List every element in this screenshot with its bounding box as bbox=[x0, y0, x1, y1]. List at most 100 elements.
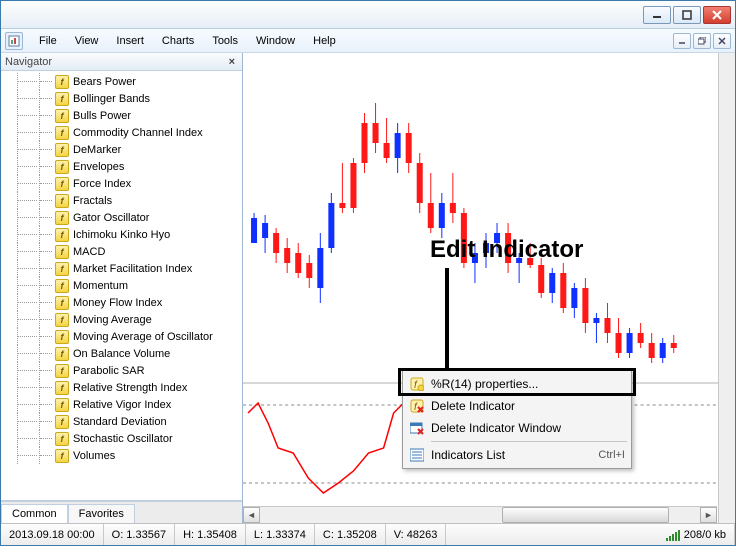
fx-icon: f bbox=[55, 109, 69, 123]
indicator-label: Ichimoku Kinko Hyo bbox=[73, 229, 170, 241]
status-open: O: 1.33567 bbox=[104, 524, 175, 545]
indicator-item[interactable]: fForce Index bbox=[1, 175, 242, 192]
navigator-panel: Navigator × fBears PowerfBollinger Bands… bbox=[1, 53, 243, 523]
indicator-item[interactable]: fMoving Average bbox=[1, 311, 242, 328]
signal-icon bbox=[666, 529, 680, 541]
indicator-item[interactable]: fMomentum bbox=[1, 277, 242, 294]
status-datetime: 2013.09.18 00:00 bbox=[1, 524, 104, 545]
fx-icon: f bbox=[55, 262, 69, 276]
ctx-properties-label: %R(14) properties... bbox=[431, 377, 538, 391]
indicator-label: Relative Strength Index bbox=[73, 382, 187, 394]
statusbar: 2013.09.18 00:00 O: 1.33567 H: 1.35408 L… bbox=[1, 523, 735, 545]
maximize-button[interactable] bbox=[673, 6, 701, 24]
close-button[interactable] bbox=[703, 6, 731, 24]
indicator-label: Bears Power bbox=[73, 76, 136, 88]
indicator-item[interactable]: f Money Flow Index bbox=[1, 294, 242, 311]
indicator-label: Gator Oscillator bbox=[73, 212, 149, 224]
indicator-item[interactable]: fBollinger Bands bbox=[1, 90, 242, 107]
status-volume: V: 48263 bbox=[386, 524, 447, 545]
menu-file[interactable]: File bbox=[31, 33, 65, 49]
indicator-item[interactable]: f Stochastic Oscillator bbox=[1, 430, 242, 447]
ctx-delete-indicator[interactable]: f Delete Indicator bbox=[405, 395, 629, 417]
minimize-button[interactable] bbox=[643, 6, 671, 24]
indicator-item[interactable]: fOn Balance Volume bbox=[1, 345, 242, 362]
indicator-label: Money Flow Index bbox=[73, 297, 162, 309]
fx-icon: f bbox=[55, 211, 69, 225]
fx-icon: f bbox=[55, 194, 69, 208]
mdi-controls bbox=[673, 33, 731, 49]
menu-window[interactable]: Window bbox=[248, 33, 303, 49]
status-close: C: 1.35208 bbox=[315, 524, 386, 545]
indicator-label: Moving Average of Oscillator bbox=[73, 331, 213, 343]
menu-tools[interactable]: Tools bbox=[204, 33, 246, 49]
indicator-label: Envelopes bbox=[73, 161, 124, 173]
fx-icon: f bbox=[55, 432, 69, 446]
indicator-label: DeMarker bbox=[73, 144, 121, 156]
indicator-item[interactable]: fDeMarker bbox=[1, 141, 242, 158]
annotation-label: Edit Indicator bbox=[430, 236, 583, 264]
mdi-minimize-button[interactable] bbox=[673, 33, 691, 49]
indicator-item[interactable]: f Fractals bbox=[1, 192, 242, 209]
indicator-item[interactable]: f Bears Power bbox=[1, 73, 242, 90]
indicator-label: Market Facilitation Index bbox=[73, 263, 192, 275]
menu-charts[interactable]: Charts bbox=[154, 33, 202, 49]
indicator-item[interactable]: fRelative Strength Index bbox=[1, 379, 242, 396]
indicator-item[interactable]: f Relative Vigor Index bbox=[1, 396, 242, 413]
scroll-track[interactable] bbox=[260, 507, 700, 523]
mdi-restore-button[interactable] bbox=[693, 33, 711, 49]
menubar: File View Insert Charts Tools Window Hel… bbox=[1, 29, 735, 53]
indicator-item[interactable]: fMoving Average of Oscillator bbox=[1, 328, 242, 345]
indicator-item[interactable]: fParabolic SAR bbox=[1, 362, 242, 379]
tab-common[interactable]: Common bbox=[1, 504, 68, 523]
indicators-list-icon bbox=[409, 447, 425, 463]
indicator-item[interactable]: fBulls Power bbox=[1, 107, 242, 124]
menu-view[interactable]: View bbox=[67, 33, 107, 49]
fx-icon: f bbox=[55, 398, 69, 412]
fx-icon: f bbox=[55, 228, 69, 242]
fx-icon: f bbox=[55, 313, 69, 327]
indicator-item[interactable]: f MACD bbox=[1, 243, 242, 260]
delete-indicator-icon: f bbox=[409, 398, 425, 414]
fx-icon: f bbox=[55, 177, 69, 191]
delete-window-icon bbox=[409, 420, 425, 436]
scroll-thumb[interactable] bbox=[502, 507, 669, 523]
indicator-label: Stochastic Oscillator bbox=[73, 433, 173, 445]
status-low: L: 1.33374 bbox=[246, 524, 315, 545]
fx-icon: f bbox=[55, 75, 69, 89]
fx-icon: f bbox=[55, 245, 69, 259]
ctx-properties[interactable]: f %R(14) properties... bbox=[405, 373, 629, 395]
indicator-label: MACD bbox=[73, 246, 105, 258]
fx-icon: f bbox=[55, 296, 69, 310]
indicator-item[interactable]: fCommodity Channel Index bbox=[1, 124, 242, 141]
indicator-label: Bollinger Bands bbox=[73, 93, 150, 105]
status-high: H: 1.35408 bbox=[175, 524, 246, 545]
tab-favorites[interactable]: Favorites bbox=[68, 504, 135, 523]
navigator-close-button[interactable]: × bbox=[226, 56, 238, 68]
indicator-label: Standard Deviation bbox=[73, 416, 167, 428]
indicator-item[interactable]: fVolumes bbox=[1, 447, 242, 464]
fx-icon: f bbox=[55, 364, 69, 378]
fx-icon: f bbox=[55, 160, 69, 174]
ctx-delete-window[interactable]: Delete Indicator Window bbox=[405, 417, 629, 439]
ctx-indicators-list[interactable]: Indicators List Ctrl+I bbox=[405, 444, 629, 466]
indicator-item[interactable]: f Envelopes bbox=[1, 158, 242, 175]
menu-insert[interactable]: Insert bbox=[108, 33, 152, 49]
mdi-close-button[interactable] bbox=[713, 33, 731, 49]
indicator-label: Momentum bbox=[73, 280, 128, 292]
app-small-icon bbox=[5, 32, 23, 50]
indicator-label: Relative Vigor Index bbox=[73, 399, 171, 411]
chart-scrollbar-v bbox=[718, 53, 735, 523]
scroll-left-button[interactable]: ◄ bbox=[243, 507, 260, 523]
menu-help[interactable]: Help bbox=[305, 33, 344, 49]
chart-scrollbar[interactable]: ◄ ► bbox=[243, 506, 717, 523]
indicator-item[interactable]: f Gator Oscillator bbox=[1, 209, 242, 226]
indicator-label: Fractals bbox=[73, 195, 112, 207]
indicator-item[interactable]: fStandard Deviation bbox=[1, 413, 242, 430]
ctx-indicators-list-shortcut: Ctrl+I bbox=[598, 449, 625, 461]
indicator-item[interactable]: f Market Facilitation Index bbox=[1, 260, 242, 277]
ctx-delete-window-label: Delete Indicator Window bbox=[431, 421, 561, 435]
navigator-tree[interactable]: fBears PowerfBollinger BandsfBulls Power… bbox=[1, 71, 242, 501]
titlebar bbox=[1, 1, 735, 29]
indicator-item[interactable]: f Ichimoku Kinko Hyo bbox=[1, 226, 242, 243]
scroll-right-button[interactable]: ► bbox=[700, 507, 717, 523]
